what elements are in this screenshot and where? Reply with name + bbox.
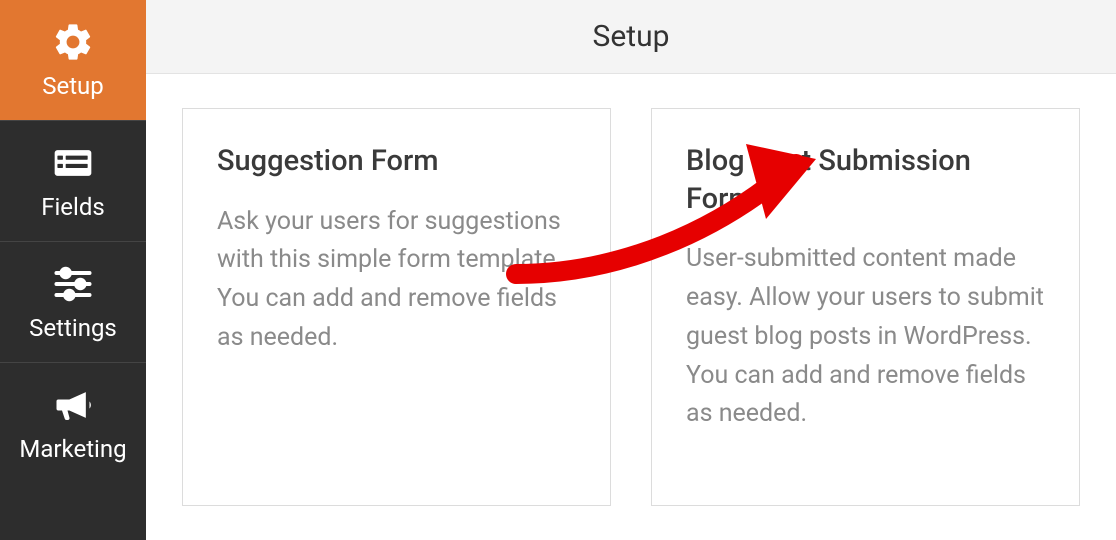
card-description: Ask your users for suggestions with this… xyxy=(217,203,576,358)
app-root: Setup Fields Settings Marketing xyxy=(0,0,1116,540)
main-area: Setup Suggestion Form Ask your users for… xyxy=(146,0,1116,540)
template-grid: Suggestion Form Ask your users for sugge… xyxy=(146,74,1116,540)
sidebar-item-label: Settings xyxy=(29,314,117,342)
sidebar-item-fields[interactable]: Fields xyxy=(0,121,146,242)
gear-icon xyxy=(49,18,97,66)
page-title: Setup xyxy=(593,19,670,54)
template-card-blog-post-submission-form[interactable]: Blog Post Submission Form User-submitted… xyxy=(651,108,1080,506)
sidebar-item-settings[interactable]: Settings xyxy=(0,242,146,363)
header: Setup xyxy=(146,0,1116,74)
sidebar-item-label: Marketing xyxy=(19,435,126,463)
sidebar: Setup Fields Settings Marketing xyxy=(0,0,146,540)
bullhorn-icon xyxy=(49,381,97,429)
card-title: Blog Post Submission Form xyxy=(686,143,1045,218)
card-title: Suggestion Form xyxy=(217,143,576,181)
sliders-icon xyxy=(49,260,97,308)
layout-icon xyxy=(49,139,97,187)
sidebar-item-setup[interactable]: Setup xyxy=(0,0,146,121)
sidebar-item-label: Fields xyxy=(41,193,105,221)
template-card-suggestion-form[interactable]: Suggestion Form Ask your users for sugge… xyxy=(182,108,611,506)
card-description: User-submitted content made easy. Allow … xyxy=(686,240,1045,434)
sidebar-item-label: Setup xyxy=(42,72,104,100)
sidebar-item-marketing[interactable]: Marketing xyxy=(0,363,146,483)
